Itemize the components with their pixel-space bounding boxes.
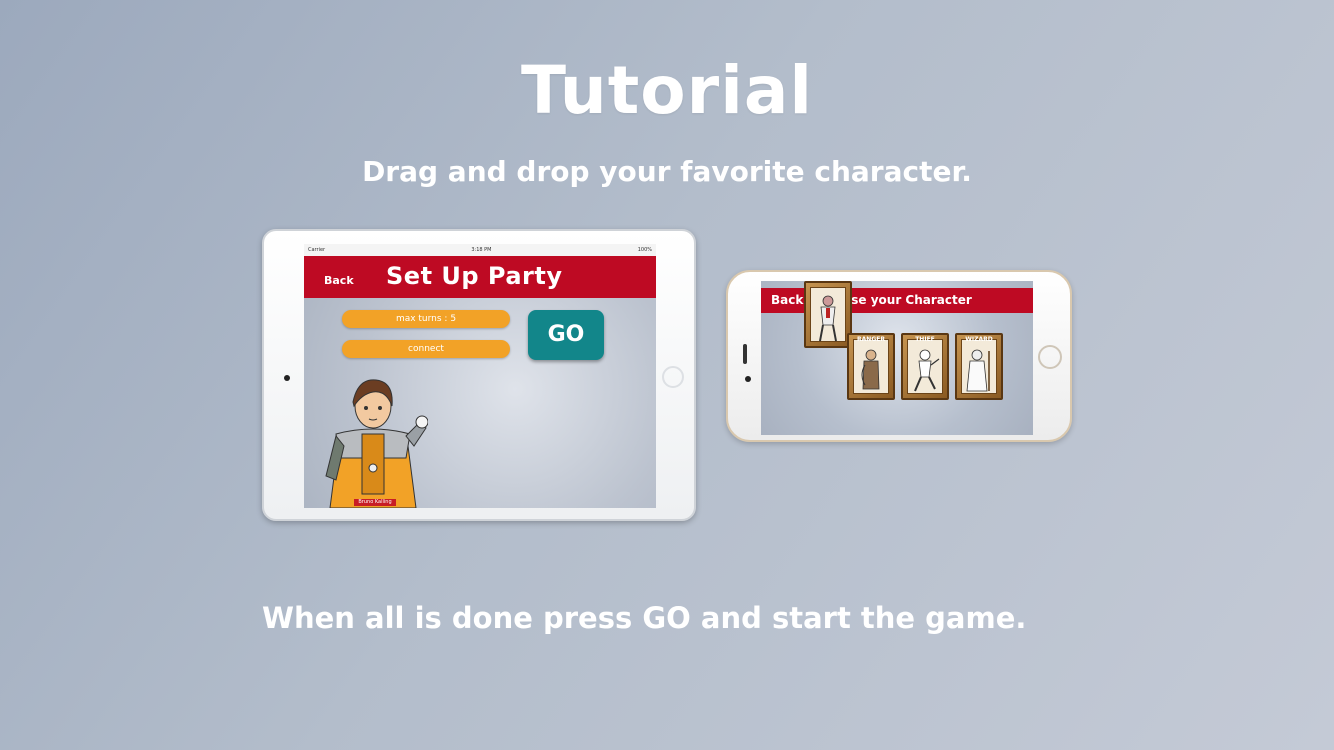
- warrior-figure-icon: [819, 295, 837, 342]
- ranger-figure-icon: [861, 349, 880, 390]
- setup-title: Set Up Party: [386, 262, 563, 290]
- ipad-camera: [284, 375, 290, 381]
- status-bar: Carrier 3:18 PM 100%: [304, 244, 656, 256]
- card-label-wizard: WIZARD: [965, 336, 993, 343]
- wizard-figure-icon: [966, 349, 990, 392]
- connect-button[interactable]: connect: [342, 340, 510, 358]
- page-subtitle: Drag and drop your favorite character.: [362, 155, 972, 188]
- card-label-ranger: RANGER: [857, 336, 885, 343]
- status-time: 3:18 PM: [471, 247, 492, 253]
- setup-banner: Back Set Up Party: [304, 256, 656, 298]
- dragged-character-card[interactable]: [804, 281, 852, 348]
- hero-name-label: Bruno Kalling: [354, 499, 396, 506]
- status-battery: 100%: [637, 247, 652, 253]
- character-card-wizard[interactable]: WIZARD: [955, 333, 1003, 400]
- ipad-home-button: [662, 366, 684, 388]
- iphone-home-button: [1038, 345, 1062, 369]
- hero-character[interactable]: [318, 376, 428, 508]
- card-label-thief: THIEF: [915, 336, 935, 343]
- iphone-mockup: Back ose your Character RANGER THIEF WIZ…: [726, 270, 1072, 442]
- character-banner: Back ose your Character: [761, 288, 1033, 313]
- character-card-thief[interactable]: THIEF: [901, 333, 949, 400]
- ipad-mockup: Carrier 3:18 PM 100% Back Set Up Party m…: [262, 229, 696, 521]
- character-title: ose your Character: [843, 293, 972, 307]
- iphone-screen: Back ose your Character RANGER THIEF WIZ…: [761, 281, 1033, 435]
- footer-instruction: When all is done press GO and start the …: [262, 601, 1027, 635]
- max-turns-button[interactable]: max turns : 5: [342, 310, 510, 328]
- phone-back-button[interactable]: Back: [771, 288, 803, 313]
- ipad-screen: Carrier 3:18 PM 100% Back Set Up Party m…: [304, 244, 656, 508]
- status-carrier: Carrier: [308, 247, 326, 253]
- go-button[interactable]: GO: [528, 310, 604, 360]
- thief-figure-icon: [914, 349, 940, 392]
- iphone-camera: [745, 376, 751, 382]
- page-title: Tutorial: [521, 52, 813, 129]
- character-card-ranger[interactable]: RANGER: [847, 333, 895, 400]
- back-button[interactable]: Back: [324, 274, 354, 287]
- iphone-speaker: [743, 344, 747, 364]
